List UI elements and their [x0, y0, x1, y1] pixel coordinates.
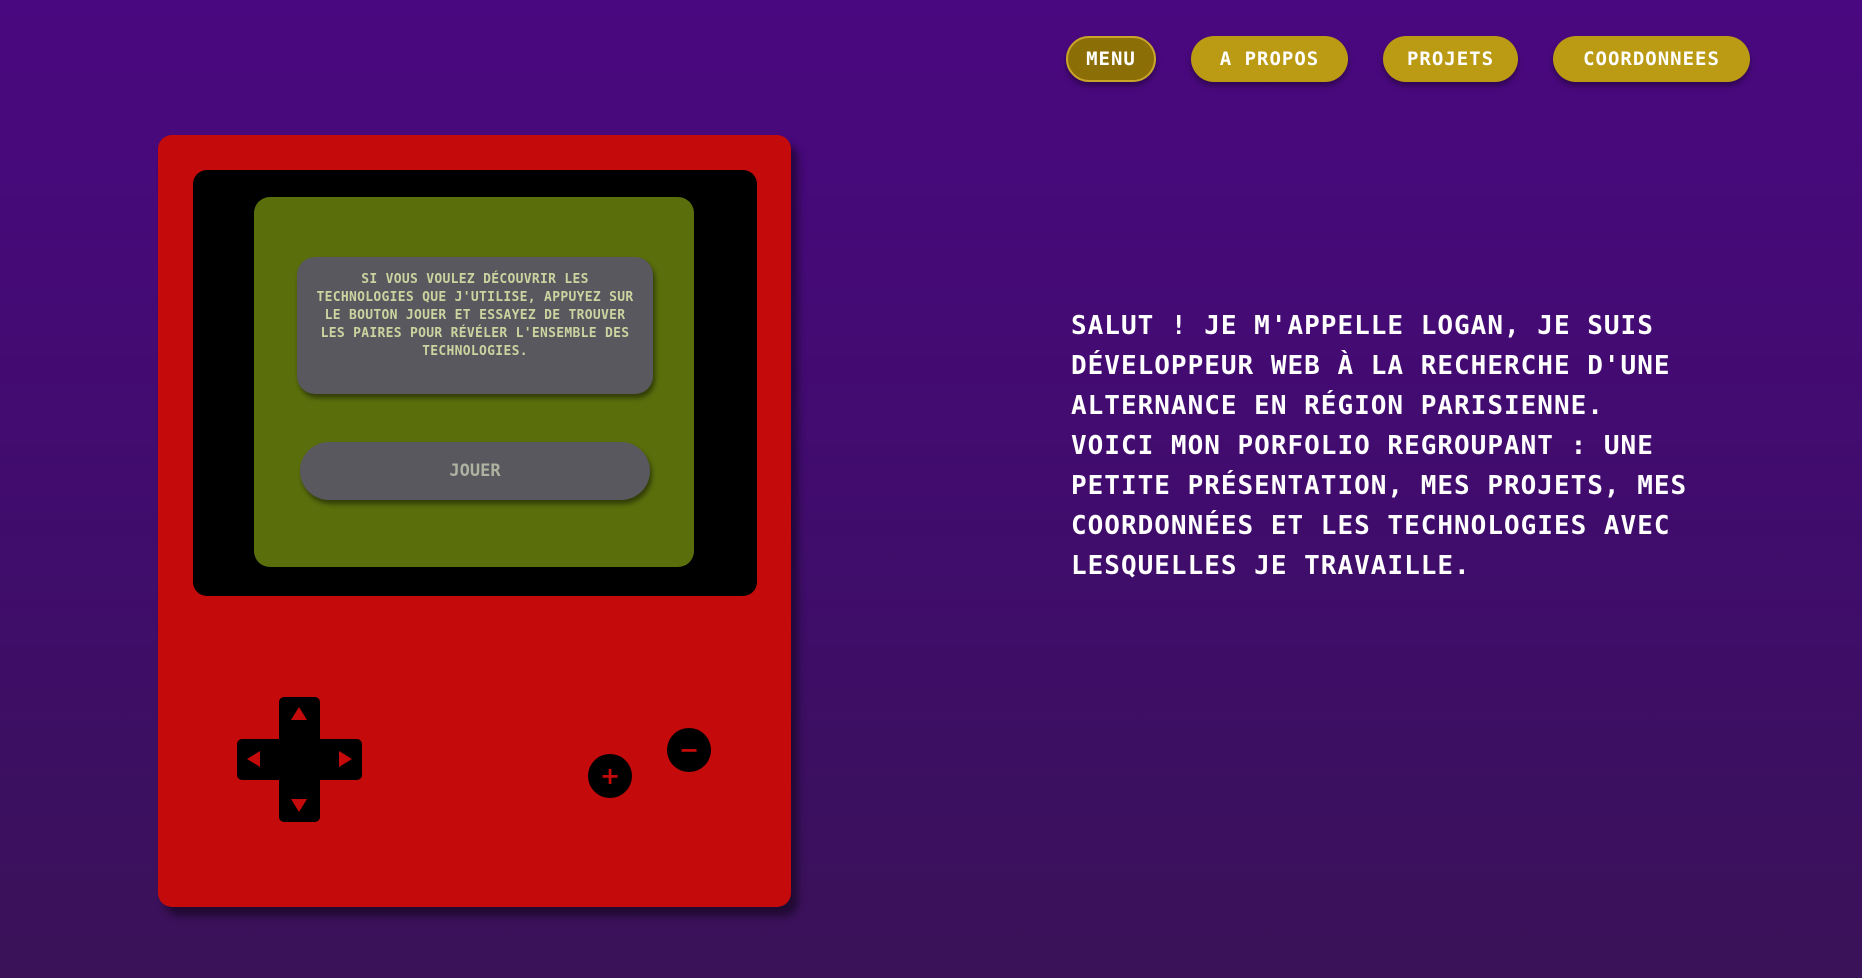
dpad: [237, 697, 362, 822]
nav-menu-button[interactable]: MENU: [1066, 36, 1156, 82]
nav-a-propos-button[interactable]: A PROPOS: [1191, 36, 1348, 82]
screen-bezel: Si vous voulez découvrir les technologie…: [193, 170, 757, 596]
main-nav: MENU A PROPOS PROJETS COORDONNEES: [1066, 36, 1750, 82]
minus-button[interactable]: −: [667, 728, 711, 772]
dpad-left-arrow-icon[interactable]: [247, 751, 260, 767]
play-button[interactable]: JOUER: [300, 442, 650, 500]
plus-button[interactable]: +: [588, 754, 632, 798]
dpad-up-arrow-icon[interactable]: [291, 707, 307, 720]
nav-projets-button[interactable]: PROJETS: [1383, 36, 1518, 82]
game-screen: Si vous voulez découvrir les technologie…: [254, 197, 694, 567]
dpad-down-arrow-icon[interactable]: [291, 799, 307, 812]
intro-text: Salut ! Je m'appelle Logan, je suis déve…: [1071, 311, 1688, 581]
gameboy-console: Si vous voulez découvrir les technologie…: [158, 135, 791, 907]
game-instructions: Si vous voulez découvrir les technologie…: [297, 257, 653, 394]
nav-coordonnees-button[interactable]: COORDONNEES: [1553, 36, 1750, 82]
dpad-right-arrow-icon[interactable]: [339, 751, 352, 767]
